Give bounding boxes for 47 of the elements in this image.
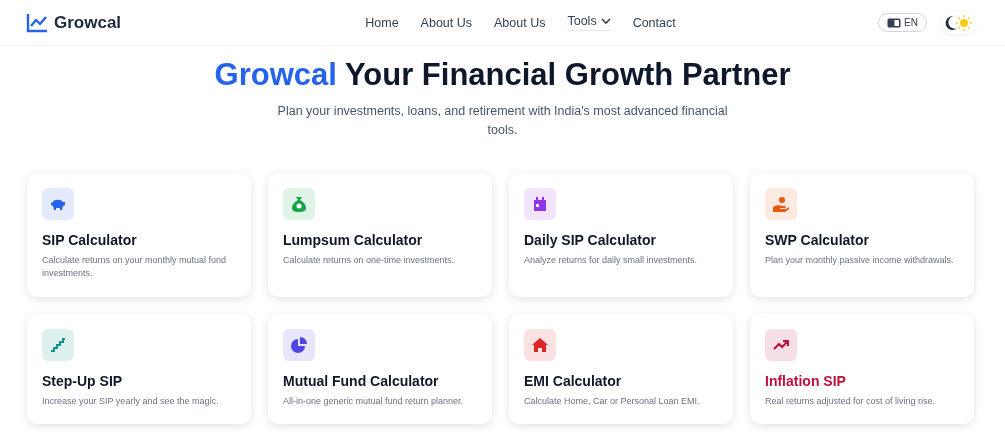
house-icon (532, 338, 548, 352)
language-icon (887, 17, 902, 28)
card-title: EMI Calculator (524, 373, 623, 389)
card-description: Plan your monthly passive income withdrawals. (765, 254, 955, 267)
calculator-card[interactable]: Mutual Fund Calculator All-in-one generic mutual fund return planner. (268, 314, 492, 424)
card-title: Step-Up SIP (42, 373, 124, 389)
theme-toggle-button[interactable] (941, 11, 975, 34)
hero-title: Your Financial Growth Partner (344, 57, 791, 92)
card-title: Lumpsum Calculator (283, 232, 424, 248)
nav-link[interactable]: About Us (494, 14, 546, 31)
nav-link[interactable]: About Us (420, 14, 473, 31)
calculator-card[interactable]: Daily SIP Calculator Analyze returns for daily small investments. (509, 173, 733, 297)
nav-link[interactable]: Contact (632, 14, 676, 31)
chart-logo-icon (26, 12, 48, 33)
calculator-card[interactable]: Inflation SIP Real returns adjusted for cost of living rise. (750, 314, 974, 424)
card-description: Calculate Home, Car or Personal Loan EMI. (524, 395, 701, 408)
calculator-card[interactable]: EMI Calculator Calculate Home, Car or Personal Loan EMI. (509, 314, 733, 424)
card-title: Mutual Fund Calculator (283, 373, 440, 389)
card-description: All-in-one generic mutual fund return planner. (283, 395, 465, 408)
calculator-card[interactable]: Lumpsum Calculator Calculate returns on one-time investments. (268, 173, 492, 297)
stairs-icon (50, 338, 66, 352)
nav-link[interactable]: Home (365, 14, 399, 31)
hero-subtitle: Plan your investments, loans, and retirement with India's most advanced financial tools. (277, 103, 728, 139)
card-title: SIP Calculator (42, 232, 138, 248)
card-description: Calculate returns on one-time investments. (283, 254, 456, 267)
card-description: Increase your SIP yearly and see the magic. (42, 395, 220, 408)
chevron-down-icon (600, 17, 611, 25)
money-bag-icon (292, 196, 306, 212)
calendar-icon (533, 196, 547, 212)
card-title: Daily SIP Calculator (524, 232, 657, 248)
hand-coin-icon (772, 196, 790, 212)
card-title: SWP Calculator (765, 232, 870, 248)
card-description: Analyze returns for daily small investments. (524, 254, 699, 267)
language-button[interactable]: EN (878, 13, 927, 32)
brand-highlight: Growcal (214, 57, 337, 92)
pie-chart-icon (291, 337, 307, 353)
piggy-bank-icon (50, 197, 66, 211)
moon-sun-icon (944, 13, 972, 32)
card-description: Calculate returns on your monthly mutual fund investments. (42, 254, 228, 280)
card-description: Real returns adjusted for cost of living rise. (765, 395, 937, 408)
calculator-card[interactable]: Step-Up SIP Increase your SIP yearly and see the magic. (27, 314, 251, 424)
tools-dropdown[interactable]: Tools (567, 14, 611, 31)
brand-name[interactable]: Growcal (54, 12, 122, 33)
calculator-card[interactable]: SWP Calculator Plan your monthly passive income withdrawals. (750, 173, 974, 297)
trend-up-icon (773, 339, 789, 351)
calculator-card[interactable]: SIP Calculator Calculate returns on your monthly mutual fund investments. (27, 173, 251, 297)
card-title: Inflation SIP (765, 373, 847, 389)
